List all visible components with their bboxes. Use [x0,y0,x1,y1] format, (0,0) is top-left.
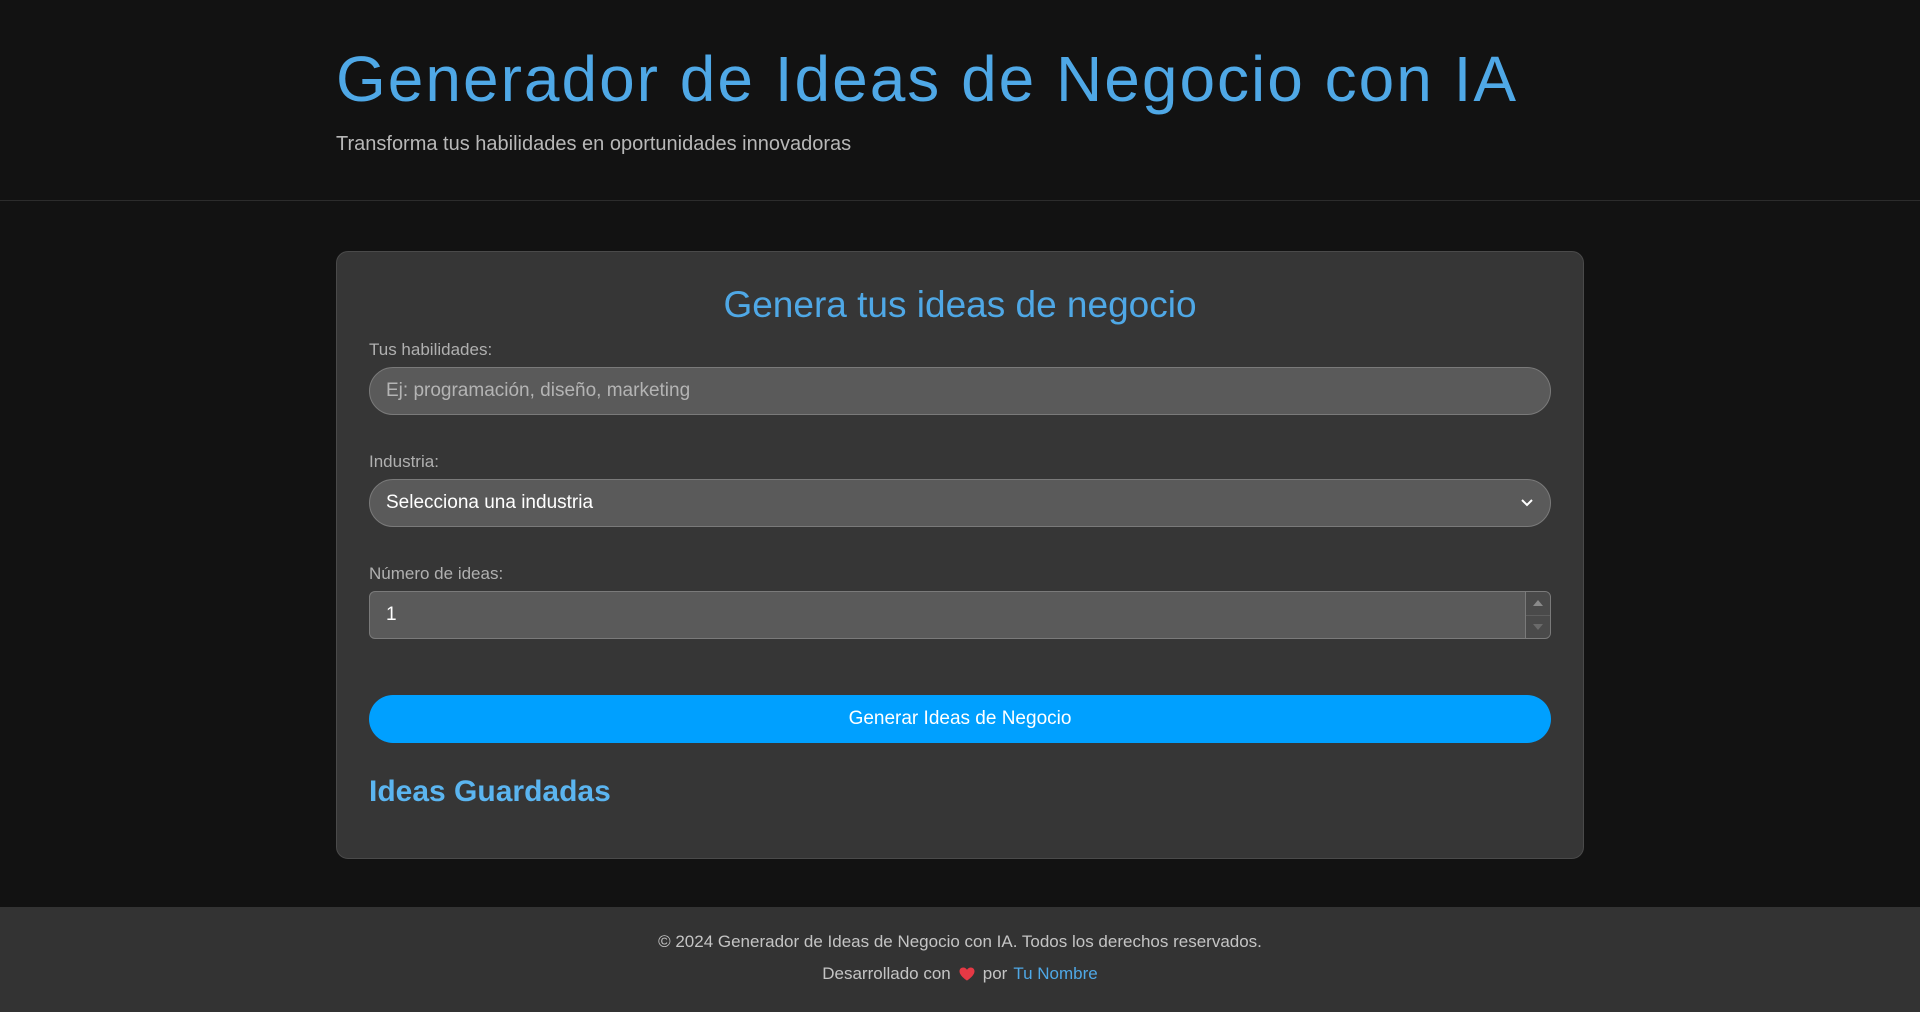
arrow-down-icon [1533,623,1543,630]
skills-label: Tus habilidades: [369,340,493,359]
form-title: Genera tus ideas de negocio [723,284,1197,325]
skills-input[interactable] [369,367,1551,415]
saved-ideas-title: Ideas Guardadas [369,775,611,808]
author-link[interactable]: Tu Nombre [1013,963,1097,985]
idea-generator-card: Genera tus ideas de negocio Tus habilida… [336,251,1584,859]
made-with-text: Desarrollado con [822,964,951,983]
footer-copyright: © 2024 Generador de Ideas de Negocio con… [658,932,1262,951]
footer: © 2024 Generador de Ideas de Negocio con… [0,907,1920,1012]
header: Generador de Ideas de Negocio con IA Tra… [0,0,1920,201]
idea-count-input[interactable]: 1 [369,591,1551,639]
chevron-down-icon [1520,496,1534,510]
footer-credits: Desarrollado con por Tu Nombre [0,963,1920,985]
idea-count-value: 1 [386,604,397,625]
industry-select-value: Selecciona una industria [386,492,594,513]
industry-select[interactable]: Selecciona una industria [369,479,1551,527]
idea-count-label: Número de ideas: [369,564,504,583]
decrement-button[interactable] [1526,614,1550,639]
heart-icon [959,967,975,981]
page: Generador de Ideas de Negocio con IA Tra… [0,0,1920,1012]
header-content: Generador de Ideas de Negocio con IA Tra… [336,40,1518,156]
arrow-up-icon [1533,600,1543,607]
app-subtitle: Transforma tus habilidades en oportunida… [336,133,852,155]
idea-count-spinner [1525,592,1550,638]
industry-label: Industria: [369,452,439,471]
generate-ideas-button[interactable]: Generar Ideas de Negocio [369,695,1551,743]
by-text: por [982,964,1008,983]
app-title: Generador de Ideas de Negocio con IA [336,43,1519,115]
increment-button[interactable] [1526,592,1550,615]
